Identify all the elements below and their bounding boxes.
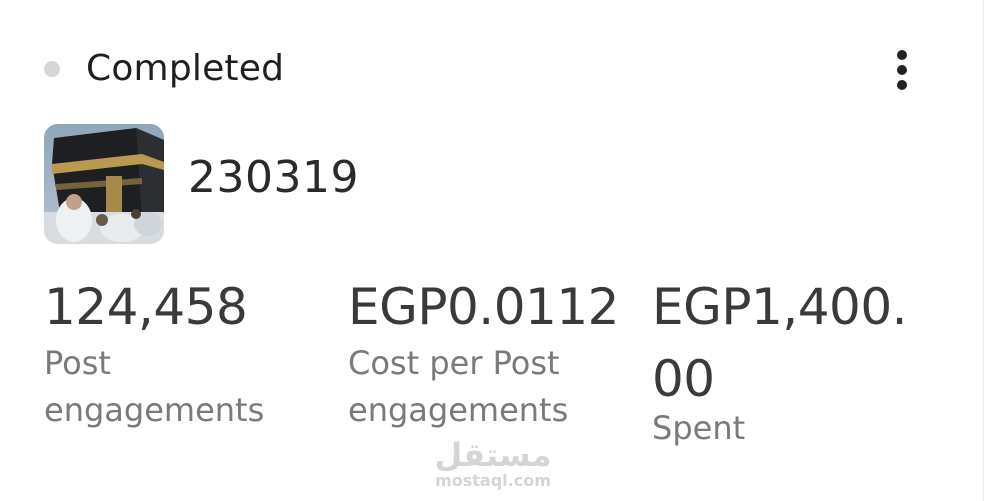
status-dot-icon [44, 60, 60, 77]
metric-label: Post engagements [44, 344, 265, 429]
metric-label: Spent [652, 409, 746, 447]
status-label: Completed [86, 48, 285, 89]
campaign-name[interactable]: 230319 [188, 152, 359, 203]
watermark-arabic: مستقل [434, 436, 552, 474]
watermark: مستقل mostaql.com [432, 438, 554, 490]
campaign-thumbnail[interactable] [44, 124, 164, 244]
watermark-latin: mostaql.com [435, 471, 551, 490]
metric-spent: EGP1,400.00 Spent [652, 278, 922, 452]
more-vertical-icon [897, 65, 907, 75]
metric-label: Cost per Post engagements [348, 344, 569, 429]
kaaba-image [44, 124, 164, 244]
more-vertical-icon [897, 50, 907, 60]
metric-cost-per-engagement: EGP0.0112 Cost per Post engagements [348, 278, 638, 434]
status-row: Completed [44, 48, 284, 89]
metric-value: EGP1,400.00 [652, 278, 908, 408]
more-vertical-icon [897, 80, 907, 90]
metric-post-engagements: 124,458 Post engagements [44, 278, 324, 434]
metric-value: 124,458 [44, 278, 248, 336]
more-options-button[interactable] [886, 46, 918, 94]
metric-value: EGP0.0112 [348, 278, 619, 336]
campaign-card[interactable]: Completed 230319 124,458 Post engagement… [0, 0, 984, 501]
